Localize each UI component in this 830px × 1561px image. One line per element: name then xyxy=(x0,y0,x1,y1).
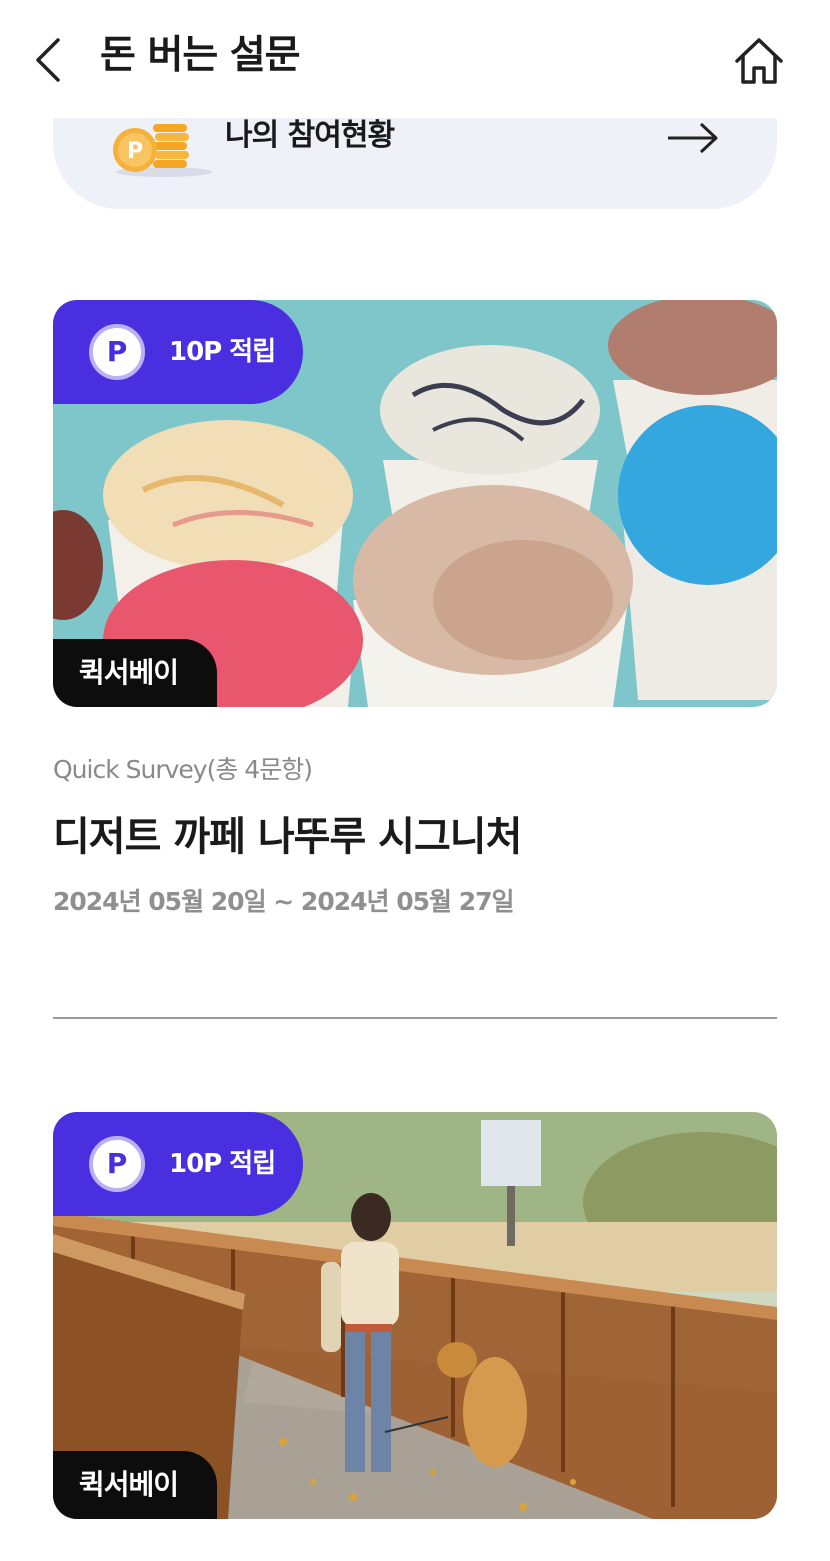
point-letter: P xyxy=(106,335,128,368)
survey-title[interactable]: 디저트 까페 나뚜루 시그니처 xyxy=(53,810,522,864)
coin-letter: P xyxy=(127,139,143,164)
page-title: 돈 버는 설문 xyxy=(100,33,301,78)
survey-type-tag: 퀵서베이 xyxy=(53,639,217,707)
point-reward-label: 10P 적립 xyxy=(169,1149,276,1179)
back-button[interactable] xyxy=(30,36,70,84)
card-divider xyxy=(53,1017,777,1019)
survey-type-label: 퀵서베이 xyxy=(79,656,179,689)
survey-type-label: 퀵서베이 xyxy=(79,1468,179,1501)
coin-stack-icon: P xyxy=(109,114,219,178)
survey-meta: Quick Survey(총 4문항) xyxy=(53,755,313,784)
point-reward-badge: P 10P 적립 xyxy=(53,300,303,404)
home-button[interactable] xyxy=(732,34,786,88)
home-icon xyxy=(735,38,783,84)
point-reward-badge: P 10P 적립 xyxy=(53,1112,303,1216)
survey-card-image[interactable]: P 10P 적립 퀵서베이 xyxy=(53,1112,777,1519)
survey-period: 2024년 05월 20일 ~ 2024년 05월 27일 xyxy=(53,887,514,916)
survey-card[interactable]: P 10P 적립 퀵서베이 xyxy=(53,1112,777,1519)
participation-status-label: 나의 참여현황 xyxy=(225,118,395,153)
point-coin-icon: P xyxy=(89,324,145,380)
chevron-left-icon xyxy=(36,38,60,82)
point-reward-label: 10P 적립 xyxy=(169,337,276,367)
survey-card[interactable]: P 10P 적립 퀵서베이 Quick Survey(총 4문항) 디저트 까페… xyxy=(53,300,777,916)
app-header: 돈 버는 설문 xyxy=(0,0,830,118)
survey-type-tag: 퀵서베이 xyxy=(53,1451,217,1519)
point-letter: P xyxy=(106,1147,128,1180)
arrow-right-icon xyxy=(665,120,721,156)
point-coin-icon: P xyxy=(89,1136,145,1192)
survey-card-image[interactable]: P 10P 적립 퀵서베이 xyxy=(53,300,777,707)
